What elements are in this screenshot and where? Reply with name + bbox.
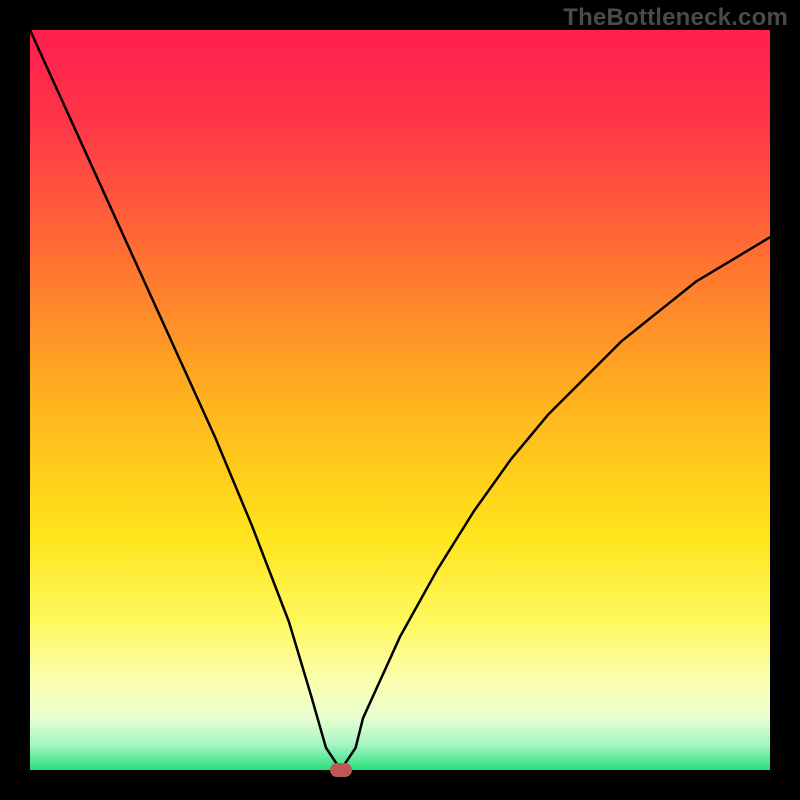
optimal-marker [330,763,352,777]
plot-area [30,30,770,770]
gradient-rect [30,30,770,770]
plot-svg [30,30,770,770]
chart-frame: TheBottleneck.com [0,0,800,800]
watermark-text: TheBottleneck.com [563,4,788,32]
